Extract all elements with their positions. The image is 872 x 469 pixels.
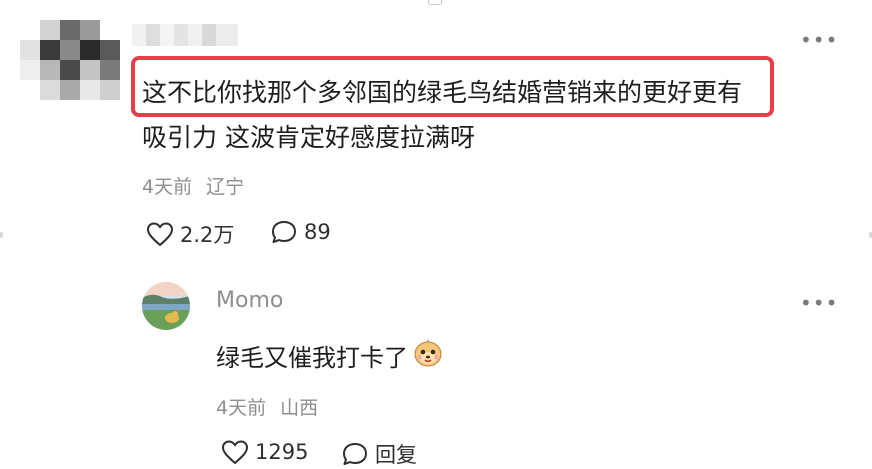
blurred-avatar[interactable]: [20, 20, 120, 102]
comment-time: 4天前: [142, 176, 193, 198]
comment-like-button[interactable]: 2.2万: [146, 219, 234, 249]
comment-like-count: 2.2万: [180, 223, 235, 247]
reply-reply-button[interactable]: 回复: [341, 439, 417, 469]
comment-more-button[interactable]: •••: [800, 30, 838, 50]
comment-bubble-icon: [343, 443, 367, 465]
comment-reply-button[interactable]: 89: [270, 219, 331, 245]
reply-time: 4天前: [216, 397, 267, 419]
heart-icon: [146, 222, 174, 247]
reply-like-button[interactable]: 1295: [221, 439, 308, 465]
comment-bubble-icon: [272, 221, 296, 243]
reply-meta: 4天前 山西: [216, 393, 318, 420]
smiling-face-emoji: [412, 336, 444, 374]
sheet-top-tick: [428, 0, 442, 5]
reply-location: 山西: [280, 397, 319, 419]
blurred-username[interactable]: [132, 24, 238, 46]
highlight-box: [131, 56, 774, 117]
left-edge-mark: [0, 232, 3, 238]
reply-text: 绿毛又催我打卡了: [216, 343, 408, 372]
reply-like-count: 1295: [255, 440, 309, 464]
more-horizontal-icon: •••: [800, 28, 839, 52]
comment-text-line-2: 吸引力 这波肯定好感度拉满呀: [142, 123, 475, 152]
momo-avatar[interactable]: [142, 282, 190, 330]
reply-more-button[interactable]: •••: [800, 293, 838, 313]
comment-meta: 4天前 辽宁: [142, 172, 244, 199]
reply-text-row: 绿毛又催我打卡了: [216, 336, 444, 374]
reply-username[interactable]: Momo: [216, 288, 283, 313]
reply-reply-label: 回复: [375, 443, 417, 467]
heart-icon: [221, 440, 249, 465]
comment-location: 辽宁: [206, 176, 245, 198]
comment-reply-count: 89: [304, 220, 331, 244]
more-horizontal-icon: •••: [800, 291, 839, 315]
